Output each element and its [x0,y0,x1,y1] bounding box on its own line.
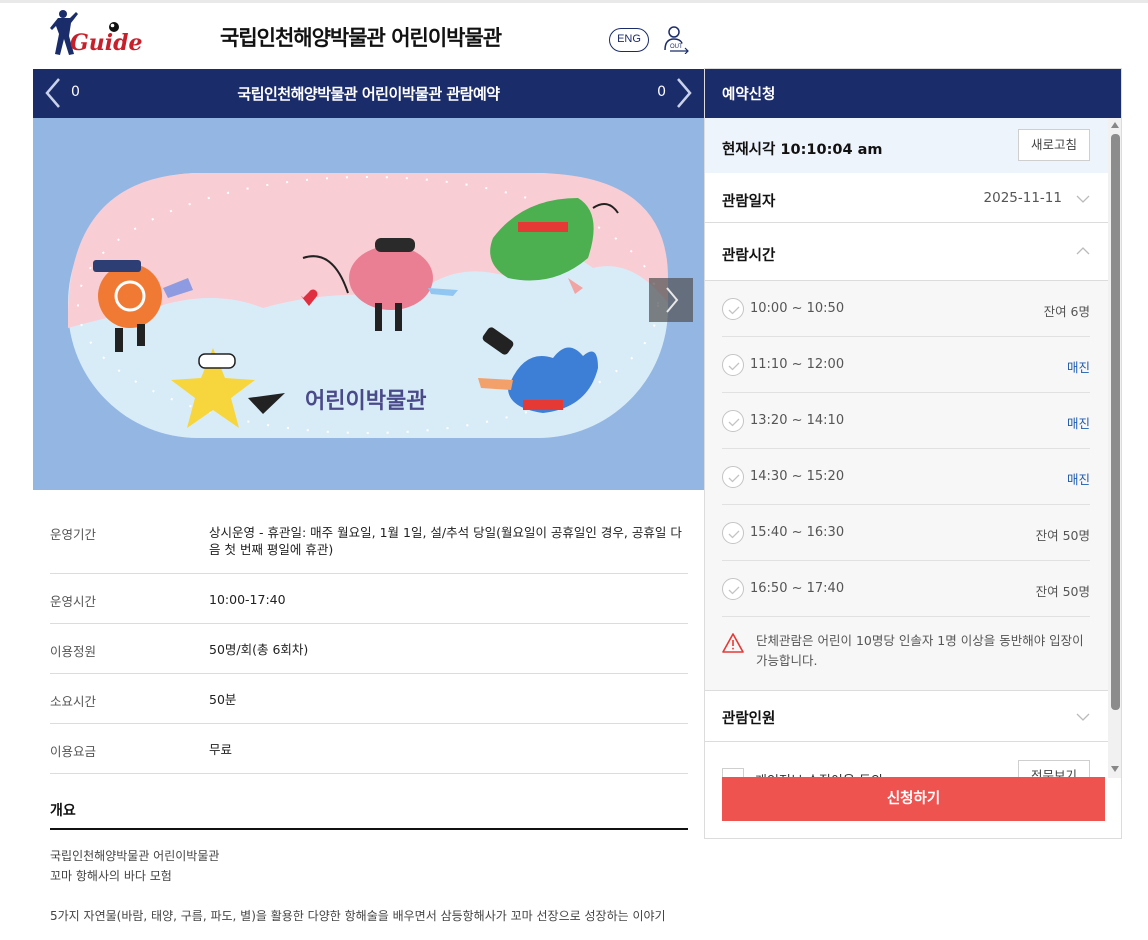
info-row-hours: 운영시간 10:00-17:40 [50,574,688,624]
overview-body: 국립인천해양박물관 어린이박물관 꼬마 항해사의 바다 모험 5가지 자연물(바… [50,846,690,926]
check-circle-icon [722,466,744,488]
overview-line: 꼬마 항해사의 바다 모험 [50,869,172,883]
slot-time: 16:50 ~ 17:40 [750,581,845,596]
info-value: 상시운영 - 휴관일: 매주 월요일, 1월 1일, 설/추석 당일(월요일이 … [209,525,682,557]
logout-button[interactable]: OUT [662,24,692,55]
info-value: 50분 [209,692,237,707]
slot-time: 11:10 ~ 12:00 [750,357,845,372]
logout-icon: OUT [664,26,689,55]
slot-time: 15:40 ~ 16:30 [750,525,845,540]
next-gallery-button[interactable] [674,76,694,110]
slot-time: 14:30 ~ 15:20 [750,469,845,484]
scroll-up-arrow-icon[interactable] [1111,122,1119,128]
people-row[interactable]: 관람인원 [705,691,1108,742]
guide-logo[interactable]: Guide [50,8,143,62]
info-key: 운영시간 [50,594,97,609]
time-slot[interactable]: 16:50 ~ 17:40 잔여 50명 [722,561,1090,617]
overview-line: 5가지 자연물(바람, 태양, 구름, 파도, 별)을 활용한 다양한 항해술을… [50,909,666,923]
date-row[interactable]: 관람일자 2025-11-11 [705,173,1108,223]
check-circle-icon [722,410,744,432]
time-label: 관람시간 [722,248,776,264]
gallery-header-bar: 0 국립인천해양박물관 어린이박물관 관람예약 0 [33,69,704,118]
overview-divider [50,828,688,830]
current-time-row: 현재시각 10:10:04 am 새로고침 [705,118,1108,173]
people-label: 관람인원 [722,711,776,727]
info-row-fee: 이용요금 무료 [50,724,688,774]
group-notice-text: 단체관람은 어린이 10명당 인솔자 1명 이상을 동반해야 입장이 가능합니다… [756,633,1084,668]
refresh-button[interactable]: 새로고침 [1018,129,1090,161]
time-slot[interactable]: 11:10 ~ 12:00 매진 [722,337,1090,393]
current-time: 현재시각 10:10:04 am [722,142,883,158]
info-key: 운영기간 [50,527,97,542]
scroll-thumb[interactable] [1111,134,1120,710]
slot-time: 13:20 ~ 14:10 [750,413,845,428]
chevron-up-icon [1076,247,1090,255]
info-value: 10:00-17:40 [209,592,286,607]
time-slot-list: 10:00 ~ 10:50 잔여 6명 11:10 ~ 12:00 매진 13:… [705,281,1108,691]
info-row-period: 운영기간 상시운영 - 휴관일: 매주 월요일, 1월 1일, 설/추석 당일(… [50,510,688,574]
banner-title-text: 어린이박물관 [305,389,426,414]
panel-scrollbar[interactable] [1108,118,1121,778]
info-row-capacity: 이용정원 50명/회(총 6회차) [50,624,688,674]
warning-icon [722,633,744,653]
chevron-down-icon [1076,195,1090,203]
logo-text: Guide [70,30,143,56]
reservation-title: 예약신청 [705,69,1121,118]
slot-time: 10:00 ~ 10:50 [750,301,845,316]
check-circle-icon [722,298,744,320]
time-row[interactable]: 관람시간 [705,223,1108,281]
chevron-down-icon [1076,713,1090,721]
time-slot[interactable]: 15:40 ~ 16:30 잔여 50명 [722,505,1090,561]
gallery-title: 국립인천해양박물관 어린이박물관 관람예약 [237,85,500,103]
reservation-panel: 예약신청 현재시각 10:10:04 am 새로고침 관람일자 2025-11-… [704,68,1122,839]
eng-language-button[interactable]: ENG [609,28,649,52]
gallery-count-right: 0 [657,84,666,100]
scroll-down-arrow-icon[interactable] [1111,766,1119,772]
overview-title: 개요 [50,803,76,819]
info-table: 운영기간 상시운영 - 휴관일: 매주 월요일, 1월 1일, 설/추석 당일(… [50,510,688,774]
top-border [0,0,1148,3]
info-key: 이용요금 [50,744,97,759]
slot-status: 잔여 50명 [1035,584,1090,599]
apply-button[interactable]: 신청하기 [722,777,1105,821]
info-key: 이용정원 [50,644,97,659]
kids-museum-banner-image: 어린이박물관 [33,118,704,490]
svg-text:어린이박물관: 어린이박물관 [305,389,426,414]
time-slot[interactable]: 14:30 ~ 15:20 매진 [722,449,1090,505]
chevron-right-icon [677,78,692,108]
slide-next-button[interactable] [649,278,693,322]
info-value: 50명/회(총 6회차) [209,642,309,657]
info-key: 소요시간 [50,694,97,709]
overview-line: 국립인천해양박물관 어린이박물관 [50,849,220,863]
check-circle-icon [722,522,744,544]
check-circle-icon [722,578,744,600]
slot-status: 매진 [1066,416,1090,431]
slot-status: 매진 [1066,360,1090,375]
chevron-right-icon [666,287,679,313]
privacy-agree-row: 개인정보 수집이용 동의 전문보기 [705,742,1108,792]
info-row-duration: 소요시간 50분 [50,674,688,724]
site-title: 국립인천해양박물관 어린이박물관 [220,26,502,50]
slot-status: 매진 [1066,472,1090,487]
info-value: 무료 [209,742,233,757]
date-label: 관람일자 [722,194,776,210]
slot-status: 잔여 6명 [1043,304,1090,319]
check-circle-icon [722,354,744,376]
time-slot[interactable]: 13:20 ~ 14:10 매진 [722,393,1090,449]
gallery-slider[interactable]: 어린이박물관 [33,118,704,490]
slot-status: 잔여 50명 [1035,528,1090,543]
logout-label: OUT [670,44,683,50]
date-value: 2025-11-11 [983,190,1062,206]
time-slot[interactable]: 10:00 ~ 10:50 잔여 6명 [722,281,1090,337]
